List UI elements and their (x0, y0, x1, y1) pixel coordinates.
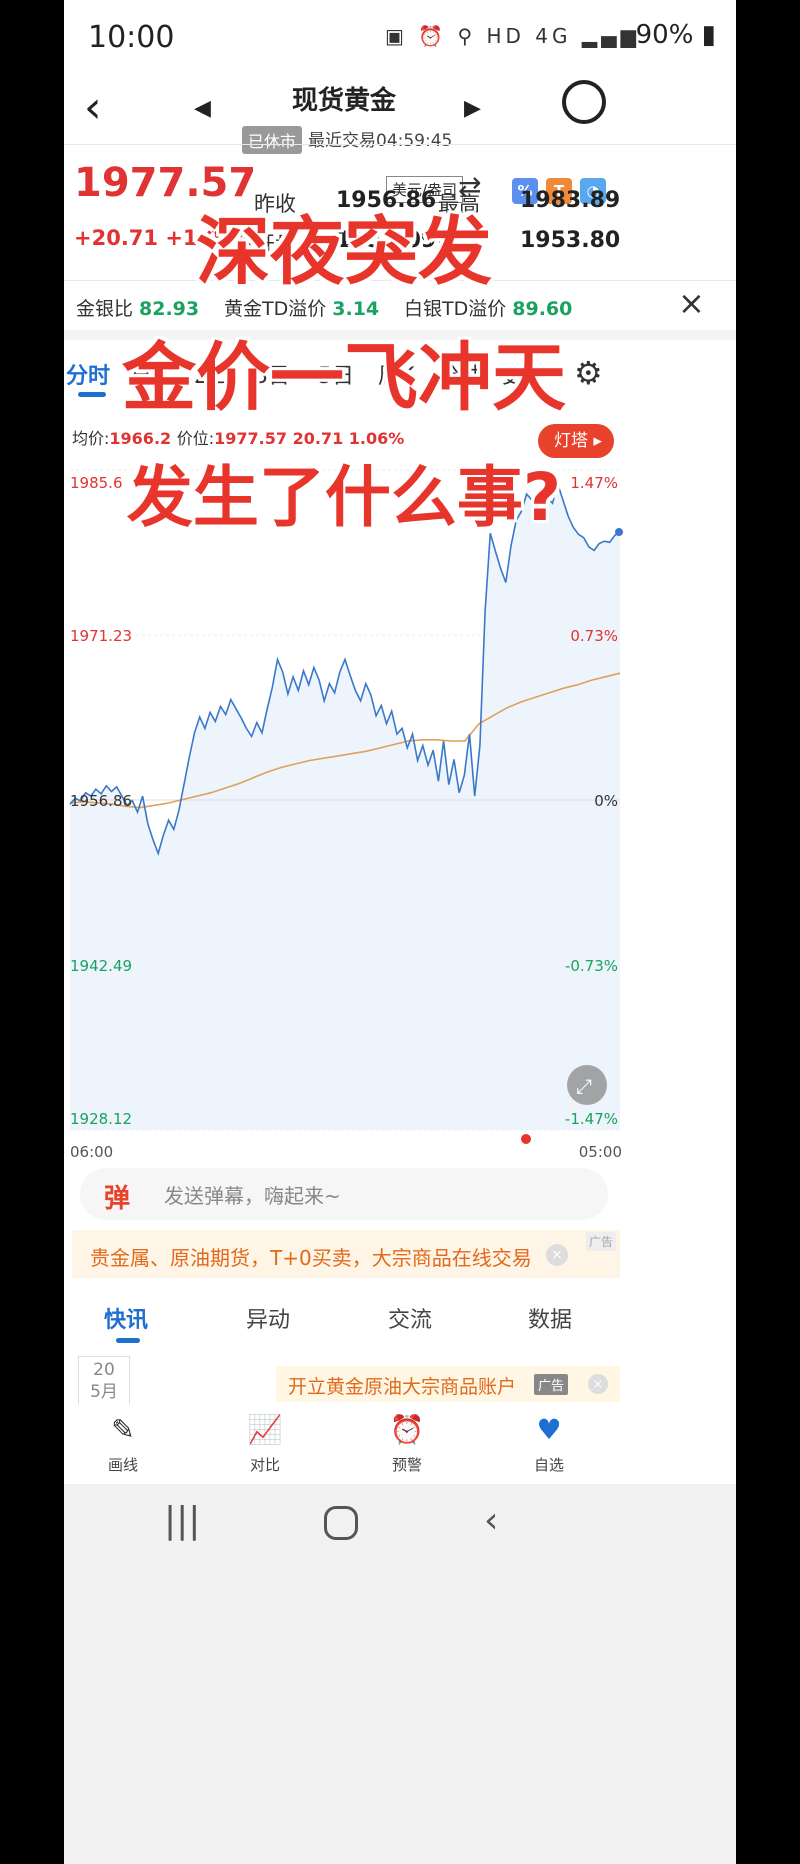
status-bar: 10:00 ▣ ⏰ ⚲ HD 4G ▂▄▆ 90% ▮ (64, 0, 736, 78)
y-tick-left: 1956.86 (70, 792, 132, 810)
nav-label: 自选 (533, 1456, 564, 1474)
event-marker[interactable] (521, 1134, 531, 1144)
date-day: 20 (93, 1360, 115, 1380)
expand-icon: ⤢ (576, 1074, 592, 1098)
ad2-tag: 广告 (534, 1374, 569, 1395)
alert-button[interactable]: ⏰ 预警 (362, 1412, 452, 1475)
compare-button[interactable]: 📈 对比 (220, 1412, 310, 1475)
system-navigation-bar (64, 1484, 736, 1864)
caption-line-3: 发生了什么事? (126, 459, 562, 536)
next-instrument-icon[interactable]: ▶ (464, 96, 481, 121)
status-icons: ▣ ⏰ ⚲ HD 4G ▂▄▆ (384, 24, 640, 48)
indicator-value: 82.93 (139, 298, 200, 320)
y-tick-right: 0% (594, 792, 618, 810)
ad-tag: 广告 (586, 1232, 617, 1251)
tab-discussion[interactable]: 交流 (388, 1302, 432, 1334)
y-tick-right: -1.47% (565, 1110, 618, 1128)
recent-apps-icon[interactable]: ||| (164, 1500, 200, 1541)
indicator-value: 89.60 (512, 298, 573, 320)
indicator-label: 白银TD溢价 (404, 298, 507, 320)
date-box: 20 5月 (78, 1356, 130, 1406)
home-icon[interactable] (324, 1506, 358, 1540)
phone-screen: 10:00 ▣ ⏰ ⚲ HD 4G ▂▄▆ 90% ▮ ‹ ◀ 现货黄金 ▶ 已… (64, 0, 736, 1864)
caption-line-2: 金价一飞冲天 (122, 335, 566, 421)
pencil-icon: ✎ (111, 1413, 135, 1446)
caption-line-1: 深夜突发 (196, 209, 492, 295)
y-tick-left: 1942.49 (70, 957, 132, 975)
tab-data[interactable]: 数据 (528, 1302, 572, 1334)
danmu-input[interactable] (80, 1168, 608, 1220)
battery-indicator: 90% ▮ (635, 20, 716, 50)
ad-text[interactable]: 贵金属、原油期货，T+0买卖，大宗商品在线交易 (90, 1242, 532, 1271)
draw-line-button[interactable]: ✎ 画线 (78, 1412, 168, 1475)
back-nav-icon[interactable]: ‹ (484, 1500, 498, 1541)
tab-movements[interactable]: 异动 (246, 1302, 290, 1334)
nav-label: 对比 (249, 1456, 280, 1474)
danmu-icon[interactable]: 弹 (104, 1178, 130, 1215)
ad-close-icon[interactable]: × (546, 1244, 568, 1266)
market-state-badge: 已休市 (242, 126, 303, 154)
tab-flash-news[interactable]: 快讯 (104, 1302, 148, 1334)
y-tick-left: 1928.12 (70, 1110, 132, 1128)
y-tick-right: -0.73% (565, 957, 618, 975)
x-tick-label: 05:00 (579, 1143, 622, 1161)
heart-icon: ♥ (536, 1413, 562, 1446)
alarm-icon: ⏰ (389, 1413, 425, 1446)
nav-label: 预警 (391, 1456, 422, 1474)
indicator-label: 黄金TD溢价 (224, 298, 327, 320)
active-news-tab-indicator (116, 1338, 140, 1343)
status-time: 10:00 (88, 20, 175, 55)
indicator-label: 金银比 (76, 298, 134, 320)
ad2-close-icon[interactable]: × (588, 1374, 608, 1394)
refresh-icon[interactable] (562, 80, 606, 124)
x-tick-label: 06:00 (70, 1143, 113, 1161)
intraday-chart[interactable]: 1985.6 1.47%1971.23 0.73%1956.86 0%1942.49-… (64, 448, 624, 1168)
y-tick-right: 0.73% (570, 627, 618, 645)
y-tick-left: 1971.23 (70, 627, 132, 645)
date-month: 5月 (90, 1382, 118, 1402)
danmu-placeholder: 发送弹幕，嗨起来~ (164, 1184, 341, 1208)
indicator-value: 3.14 (332, 298, 380, 320)
page-title: 现货黄金 (291, 86, 396, 116)
chart-icon: 📈 (247, 1413, 283, 1446)
close-icon[interactable]: × (678, 284, 705, 322)
ad2-text[interactable]: 开立黄金原油大宗商品账户 (288, 1372, 516, 1399)
watchlist-button[interactable]: ♥ 自选 (504, 1412, 594, 1475)
nav-label: 画线 (107, 1456, 138, 1474)
divider (64, 144, 736, 145)
last-trade-time: 最近交易04:59:45 (308, 131, 453, 151)
